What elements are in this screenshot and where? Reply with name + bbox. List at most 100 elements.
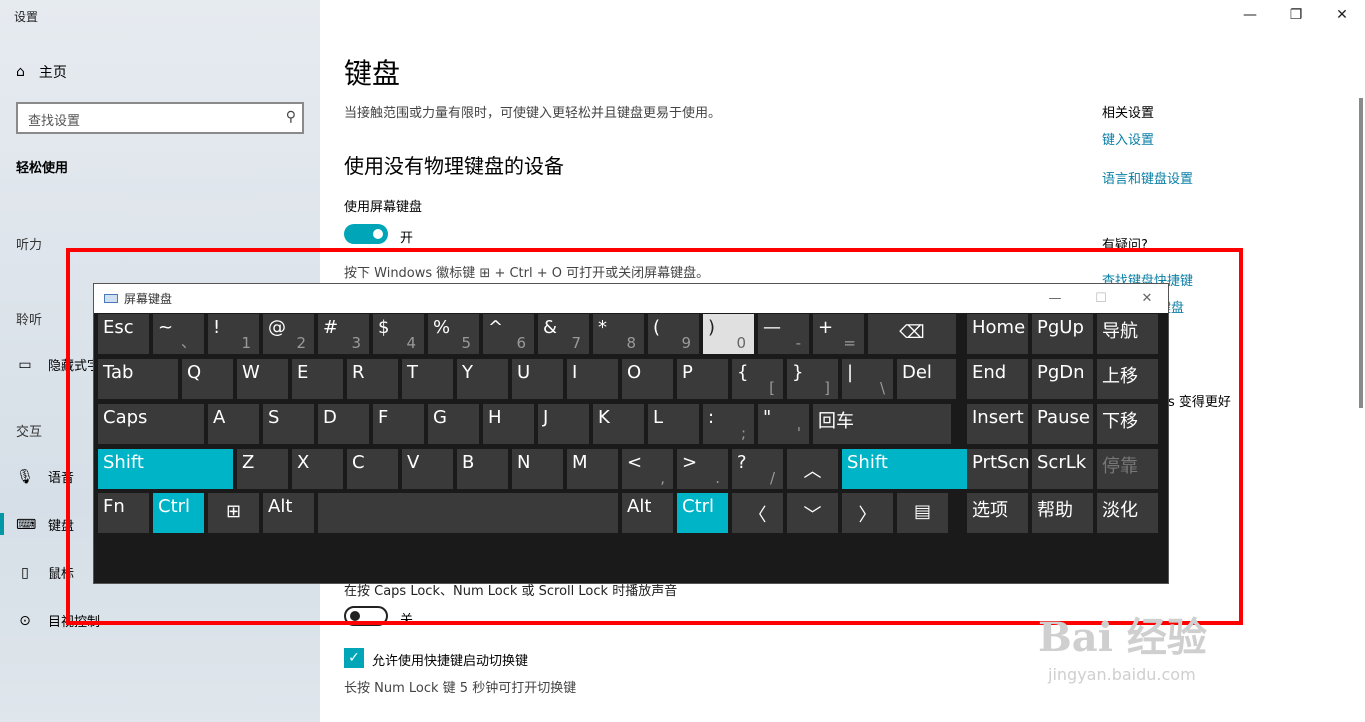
key-sym-47[interactable]: " ' xyxy=(758,404,809,444)
key-sym-46[interactable]: :; xyxy=(703,404,754,444)
key-g[interactable]: G xyxy=(428,404,479,444)
key-end[interactable]: End xyxy=(967,359,1028,399)
key-sym-12[interactable]: — - xyxy=(758,314,809,354)
key-fn[interactable]: Fn xyxy=(98,493,149,533)
osk-close-button[interactable]: ✕ xyxy=(1124,284,1170,313)
key-esc[interactable]: Esc xyxy=(98,314,149,354)
key-sym-29[interactable]: {[ xyxy=(732,359,783,399)
key-i[interactable]: I xyxy=(567,359,618,399)
key-u[interactable]: U xyxy=(512,359,563,399)
key-sym-7[interactable]: ^ 6 xyxy=(483,314,534,354)
key-sym-77[interactable]: 〉 xyxy=(842,493,893,533)
key-r[interactable]: R xyxy=(347,359,398,399)
key-f[interactable]: F xyxy=(373,404,424,444)
key-h[interactable]: H xyxy=(483,404,534,444)
shortcut-checkbox[interactable]: ✓ xyxy=(344,648,364,668)
key-alt[interactable]: Alt xyxy=(622,493,673,533)
key-tab[interactable]: Tab xyxy=(98,359,178,399)
key-上移[interactable]: 上移 xyxy=(1097,359,1158,399)
key-l[interactable]: L xyxy=(648,404,699,444)
key-t[interactable]: T xyxy=(402,359,453,399)
key-prtscn[interactable]: PrtScn xyxy=(967,449,1030,489)
key-pgdn[interactable]: PgDn xyxy=(1032,359,1093,399)
key-o[interactable]: O xyxy=(622,359,673,399)
key-home[interactable]: Home xyxy=(967,314,1028,354)
key-sym-31[interactable]: | \ xyxy=(842,359,893,399)
key-x[interactable]: X xyxy=(292,449,343,489)
key-shift[interactable]: Shift xyxy=(842,449,967,489)
key-n[interactable]: N xyxy=(512,449,563,489)
key-sym-62[interactable]: ? / xyxy=(732,449,783,489)
key-secondary-label: 6 xyxy=(516,334,526,352)
key-v[interactable]: V xyxy=(402,449,453,489)
close-button[interactable]: ✕ xyxy=(1319,0,1365,30)
key-ctrl[interactable]: Ctrl xyxy=(677,493,728,533)
key-sym-1[interactable]: ~、 xyxy=(153,314,204,354)
window-title: 设置 xyxy=(14,10,39,24)
restore-button[interactable]: ❐ xyxy=(1273,0,1319,30)
key-del[interactable]: Del xyxy=(897,359,956,399)
nav-home[interactable]: ⌂ 主页 xyxy=(16,62,67,82)
key-帮助[interactable]: 帮助 xyxy=(1032,493,1093,533)
key-e[interactable]: E xyxy=(292,359,343,399)
key-label: E xyxy=(297,362,309,383)
key-d[interactable]: D xyxy=(318,404,369,444)
key-sym-4[interactable]: #3 xyxy=(318,314,369,354)
search-input[interactable]: 查找设置 ⚲ xyxy=(16,102,304,134)
key-sym-2[interactable]: ! 1 xyxy=(208,314,259,354)
key-下移[interactable]: 下移 xyxy=(1097,404,1158,444)
key-pgup[interactable]: PgUp xyxy=(1032,314,1093,354)
key-sym-14[interactable]: ⌫ xyxy=(868,314,956,354)
key-k[interactable]: K xyxy=(593,404,644,444)
key-sym-6[interactable]: % 5 xyxy=(428,314,479,354)
minimize-button[interactable]: — xyxy=(1227,0,1273,30)
key-回车[interactable]: 回车 xyxy=(813,404,951,444)
key-alt[interactable]: Alt xyxy=(263,493,314,533)
key-pause[interactable]: Pause xyxy=(1032,404,1093,444)
key-secondary-label: ' xyxy=(796,424,801,442)
key-m[interactable]: M xyxy=(567,449,618,489)
key-sym-61[interactable]: >. xyxy=(677,449,728,489)
key-选项[interactable]: 选项 xyxy=(967,493,1028,533)
key-sym-76[interactable]: ﹀ xyxy=(787,493,838,533)
key-s[interactable]: S xyxy=(263,404,314,444)
key-scrlk[interactable]: ScrLk xyxy=(1032,449,1093,489)
key-q[interactable]: Q xyxy=(182,359,233,399)
key-sym-30[interactable]: }] xyxy=(787,359,838,399)
key-sym-13[interactable]: + = xyxy=(813,314,864,354)
key-p[interactable]: P xyxy=(677,359,728,399)
osk-minimize-button[interactable]: — xyxy=(1032,284,1078,313)
key-y[interactable]: Y xyxy=(457,359,508,399)
osk-toggle[interactable] xyxy=(344,224,388,244)
key-sym-10[interactable]: (9 xyxy=(648,314,699,354)
key-淡化[interactable]: 淡化 xyxy=(1097,493,1158,533)
link-typing-settings[interactable]: 键入设置 xyxy=(1102,129,1154,148)
key-sym-60[interactable]: <, xyxy=(622,449,673,489)
key-a[interactable]: A xyxy=(208,404,259,444)
key-sym-11[interactable]: ) 0 xyxy=(703,314,754,354)
key-w[interactable]: W xyxy=(237,359,288,399)
scrollbar[interactable] xyxy=(1359,98,1363,408)
key-shift[interactable]: Shift xyxy=(98,449,233,489)
key-b[interactable]: B xyxy=(457,449,508,489)
key-space[interactable] xyxy=(318,493,618,533)
key-ctrl[interactable]: Ctrl xyxy=(153,493,204,533)
key-导航[interactable]: 导航 xyxy=(1097,314,1158,354)
key-z[interactable]: Z xyxy=(237,449,288,489)
key-caps[interactable]: Caps xyxy=(98,404,204,444)
key-j[interactable]: J xyxy=(538,404,589,444)
key-停靠[interactable]: 停靠 xyxy=(1097,449,1158,489)
key-sym-8[interactable]: & 7 xyxy=(538,314,589,354)
key-sym-3[interactable]: @2 xyxy=(263,314,314,354)
link-language-settings[interactable]: 语言和键盘设置 xyxy=(1102,168,1193,187)
key-sym-63[interactable]: ︿ xyxy=(787,449,838,489)
osk-maximize-button[interactable]: ☐ xyxy=(1078,284,1124,313)
key-sym-75[interactable]: 〈 xyxy=(732,493,783,533)
key-sym-78[interactable]: ▤ xyxy=(897,493,948,533)
key-c[interactable]: C xyxy=(347,449,398,489)
key-sym-70[interactable]: ⊞ xyxy=(208,493,259,533)
key-label: PgUp xyxy=(1037,317,1084,338)
key-sym-9[interactable]: * 8 xyxy=(593,314,644,354)
key-sym-5[interactable]: $4 xyxy=(373,314,424,354)
key-insert[interactable]: Insert xyxy=(967,404,1028,444)
